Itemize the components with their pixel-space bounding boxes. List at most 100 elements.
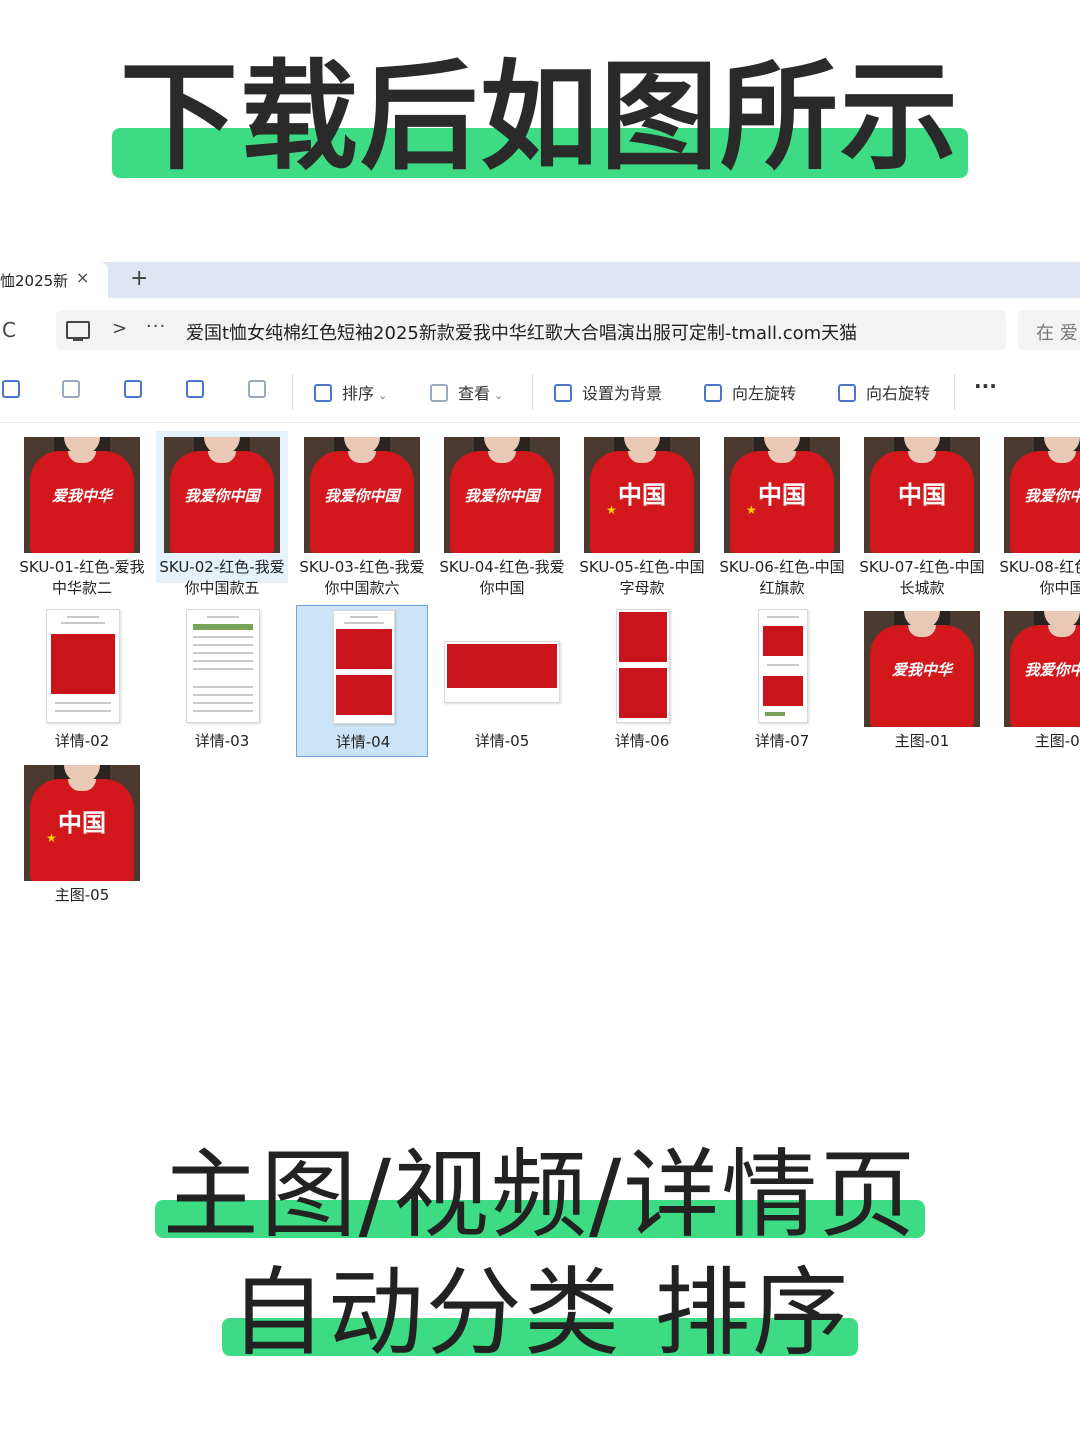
- tab-current[interactable]: 恤2025新 ×: [0, 262, 108, 298]
- tshirt-thumbnail: 中国 ★: [584, 437, 700, 553]
- file-item[interactable]: 我爱你中国 SKU-04-红色-我爱你中国: [436, 431, 568, 597]
- toolbar-divider: [292, 374, 293, 410]
- tshirt-thumbnail: 中国 ★: [24, 765, 140, 881]
- headline-bottom-1-text: 主图/视频/详情页: [162, 1139, 918, 1251]
- file-item[interactable]: 中国 SKU-07-红色-中国长城款: [856, 431, 988, 597]
- file-item[interactable]: 我爱你中国 SKU-03-红色-我爱你中国款六: [296, 431, 428, 597]
- search-placeholder: 在 爱: [1036, 323, 1078, 344]
- headline-bottom-1: 主图/视频/详情页: [0, 1140, 1080, 1250]
- file-name: SKU-03-红色-我爱你中国款六: [299, 558, 425, 597]
- headline-top-text: 下载后如图所示: [119, 48, 960, 186]
- file-name: SKU-07-红色-中国长城款: [859, 558, 985, 597]
- sort-button[interactable]: 排序 ⌄: [314, 380, 387, 404]
- file-item-selected[interactable]: 详情-04: [296, 605, 428, 757]
- file-name: 主图-05: [54, 886, 110, 904]
- headline-bottom-2-text: 自动分类 排序: [229, 1257, 851, 1369]
- file-name: SKU-01-红色-爱我中华款二: [19, 558, 145, 597]
- breadcrumb-more-button[interactable]: ···: [146, 316, 166, 337]
- tshirt-thumbnail: 我爱你中国: [444, 437, 560, 553]
- file-name: SKU-04-红色-我爱你中国: [439, 558, 565, 597]
- tshirt-thumbnail: 我爱你中国: [1004, 611, 1080, 727]
- file-item[interactable]: 详情-06: [576, 605, 708, 757]
- file-item[interactable]: 我爱你中国 主图-02: [996, 605, 1080, 757]
- file-item[interactable]: 我爱你中国 SKU-08-红色-我爱你中国: [996, 431, 1080, 597]
- file-item[interactable]: 中国 ★ 主图-05: [16, 759, 148, 911]
- rotate-left-label: 向左旋转: [732, 384, 797, 403]
- file-name: SKU-05-红色-中国字母款: [579, 558, 705, 597]
- chevron-down-icon: ⌄: [378, 389, 388, 402]
- file-name: 详情-02: [54, 732, 110, 750]
- rotate-right-icon: [838, 384, 856, 402]
- file-item[interactable]: 详情-07: [716, 605, 848, 757]
- chevron-down-icon: ⌄: [494, 389, 504, 402]
- rename-icon[interactable]: [124, 380, 152, 399]
- file-item[interactable]: 爱我中华 主图-01: [856, 605, 988, 757]
- file-name: 详情-07: [754, 732, 810, 750]
- delete-icon[interactable]: [248, 380, 276, 399]
- refresh-icon[interactable]: C: [2, 318, 16, 342]
- view-label: 查看: [458, 384, 491, 403]
- sort-label: 排序: [342, 384, 375, 403]
- view-button[interactable]: 查看 ⌄: [430, 380, 503, 404]
- fabric-detail-thumbnail: [758, 609, 808, 723]
- file-name: 主图-01: [894, 732, 950, 750]
- file-name: SKU-06-红色-中国红旗款: [719, 558, 845, 597]
- rotate-right-button[interactable]: 向右旋转: [838, 380, 930, 404]
- tshirt-thumbnail: 中国 ★: [724, 437, 840, 553]
- tshirt-thumbnail: 中国: [864, 437, 980, 553]
- more-options-button[interactable]: ···: [974, 374, 997, 398]
- breadcrumb-folder[interactable]: 爱国t恤女纯棉红色短袖2025新款爱我中华红歌大合唱演出服可定制-tmall.c…: [186, 319, 857, 345]
- headline-top: 下载后如图所示: [0, 52, 1080, 182]
- copy-icon[interactable]: [2, 380, 30, 399]
- detail-page-thumbnail: [444, 641, 560, 703]
- file-name: 详情-03: [194, 732, 250, 750]
- tshirt-thumbnail: 我爱你中国: [164, 437, 280, 553]
- computer-icon[interactable]: [66, 321, 90, 341]
- tab-title: 恤2025新: [0, 272, 69, 290]
- set-background-label: 设置为背景: [582, 384, 663, 403]
- paste-icon[interactable]: [62, 380, 90, 399]
- file-item[interactable]: 详情-03: [156, 605, 288, 757]
- rotate-left-icon: [704, 384, 722, 402]
- tshirt-thumbnail: 爱我中华: [864, 611, 980, 727]
- file-item[interactable]: 中国 ★ SKU-05-红色-中国字母款: [576, 431, 708, 597]
- file-item[interactable]: 中国 ★ SKU-06-红色-中国红旗款: [716, 431, 848, 597]
- rotate-left-button[interactable]: 向左旋转: [704, 380, 796, 404]
- size-chart-thumbnail: [186, 609, 260, 723]
- search-input[interactable]: 在 爱: [1018, 310, 1080, 350]
- sort-icon: [314, 384, 332, 402]
- new-tab-button[interactable]: +: [130, 266, 148, 291]
- file-name: 详情-05: [474, 732, 530, 750]
- chevron-right-icon[interactable]: >: [112, 318, 127, 339]
- view-icon: [430, 384, 448, 402]
- toolbar-divider: [532, 374, 533, 410]
- close-tab-icon[interactable]: ×: [76, 268, 89, 287]
- file-name: SKU-02-红色-我爱你中国款五: [159, 558, 285, 597]
- headline-bottom-2: 自动分类 排序: [0, 1258, 1080, 1368]
- rotate-right-label: 向右旋转: [866, 384, 931, 403]
- tshirt-thumbnail: 我爱你中国: [1004, 437, 1080, 553]
- set-background-button[interactable]: 设置为背景: [554, 380, 662, 404]
- file-name: 详情-04: [335, 733, 391, 751]
- wallpaper-icon: [554, 384, 572, 402]
- file-item[interactable]: 详情-02: [16, 605, 148, 757]
- file-item[interactable]: 爱我中华 SKU-01-红色-爱我中华款二: [16, 431, 148, 597]
- toolbar-divider: [954, 374, 955, 410]
- share-icon[interactable]: [186, 380, 214, 399]
- file-explorer-window: 恤2025新 × + C > ··· 爱国t恤女纯棉红色短袖2025新款爱我中华…: [0, 262, 1080, 922]
- address-bar[interactable]: > ··· 爱国t恤女纯棉红色短袖2025新款爱我中华红歌大合唱演出服可定制-t…: [56, 310, 1006, 350]
- address-row: C > ··· 爱国t恤女纯棉红色短袖2025新款爱我中华红歌大合唱演出服可定制…: [0, 298, 1080, 363]
- file-grid: 爱我中华 SKU-01-红色-爱我中华款二 我爱你中国 SKU-02-红色-我爱…: [0, 423, 1080, 922]
- command-bar: 排序 ⌄ 查看 ⌄ 设置为背景 向左旋转 向右旋转 ···: [0, 362, 1080, 423]
- tab-bar: 恤2025新 × +: [0, 262, 1080, 298]
- file-name: SKU-08-红色-我爱你中国: [999, 558, 1080, 597]
- file-name: 详情-06: [614, 732, 670, 750]
- detail-page-thumbnail: [46, 609, 120, 723]
- file-item[interactable]: 详情-05: [436, 605, 568, 757]
- tshirt-thumbnail: 我爱你中国: [304, 437, 420, 553]
- detail-page-thumbnail: [616, 609, 670, 723]
- detail-page-thumbnail: [333, 610, 395, 724]
- tshirt-thumbnail: 爱我中华: [24, 437, 140, 553]
- file-name: 主图-02: [1034, 732, 1080, 750]
- file-item[interactable]: 我爱你中国 SKU-02-红色-我爱你中国款五: [156, 431, 288, 597]
